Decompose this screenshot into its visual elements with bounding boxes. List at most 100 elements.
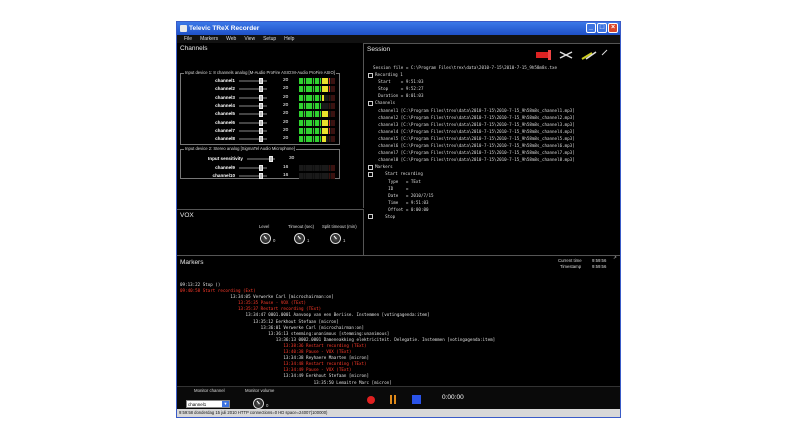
monitor-volume-knob[interactable] [253,398,264,409]
vox-timeout-knob[interactable] [294,233,305,244]
app-window: Televic TReX Recorder _ □ × File Markers… [176,21,621,418]
session-tree[interactable]: Session file = C:\Program Files\trex\dat… [368,64,575,220]
tree-node[interactable]: channel6 [C:\Program Files\trex\data\201… [368,142,575,149]
expand-icon[interactable] [601,49,608,56]
gain-slider[interactable] [239,165,267,171]
monitor-channel-value: channel1 [188,402,207,407]
menu-help[interactable]: Help [284,35,294,43]
gain-slider[interactable] [239,94,267,101]
tree-node[interactable]: channel1 [C:\Program Files\trex\data\201… [368,107,575,114]
tree-node[interactable]: channel5 [C:\Program Files\trex\data\201… [368,135,575,142]
tree-node-label: channel8 [C:\Program Files\trex\data\201… [368,157,575,163]
menu-view[interactable]: View [244,35,255,43]
channel-name: channel1 [215,78,235,83]
channel-name: channel10 [212,173,235,178]
expander-icon[interactable] [368,100,373,106]
tree-node[interactable]: channel3 [C:\Program Files\trex\data\201… [368,121,575,128]
pen-tools-icon[interactable] [581,51,597,60]
gain-slider[interactable] [239,111,267,118]
slider-knob[interactable] [259,173,263,179]
tree-node-label: Session file = C:\Program Files\trex\dat… [368,65,558,70]
monitor-channel-label: Monitor channel [194,388,225,393]
tree-node[interactable]: Type = TExt [368,178,575,185]
slider-knob[interactable] [269,156,273,162]
gain-slider[interactable] [239,78,267,84]
slider-knob[interactable] [259,127,263,134]
vox-split-value: 1 [343,238,346,243]
tree-node-label: channel1 [C:\Program Files\trex\data\201… [368,107,575,113]
expander-icon[interactable] [368,214,373,220]
maximize-button[interactable]: □ [597,23,607,33]
tree-node[interactable]: Stop [368,213,575,220]
tree-node[interactable]: Stop = 9:52:27 [368,85,575,92]
gain-slider[interactable] [239,127,267,134]
menu-file[interactable]: File [184,35,192,43]
tree-node[interactable]: Start recording [368,170,575,177]
tree-node-label: channel7 [C:\Program Files\trex\data\201… [368,150,575,156]
tree-node[interactable]: Channels [368,99,575,106]
vox-level-knob[interactable] [260,233,271,244]
menu-setup[interactable]: Setup [263,35,276,43]
gain-slider[interactable] [239,86,267,93]
tree-node-label: Date = 2010/7/15 [368,192,434,198]
tree-node[interactable]: Recording 1 [368,71,575,78]
gain-value: 20 [283,127,289,133]
slider-knob[interactable] [259,111,263,118]
menu-markers[interactable]: Markers [200,35,218,43]
tree-node[interactable]: ID = [368,185,575,192]
tree-node[interactable]: channel8 [C:\Program Files\trex\data\201… [368,156,575,163]
expand-icon[interactable]: ↗ [613,255,617,261]
tree-node-label: Offset = 0:00:00 [368,206,429,212]
expander-icon[interactable] [368,72,373,78]
menu-bar: File Markers Web View Setup Help [177,35,620,43]
tree-node-label: channel3 [C:\Program Files\trex\data\201… [368,121,575,127]
tree-node[interactable]: Markers [368,163,575,170]
meter-segment [333,119,335,126]
tree-node[interactable]: Session file = C:\Program Files\trex\dat… [368,64,575,71]
tree-node[interactable]: channel7 [C:\Program Files\trex\data\201… [368,149,575,156]
vox-timeout-label: Timeout (sec) [288,224,315,229]
tree-node[interactable]: Offset = 0:00:00 [368,206,575,213]
gain-slider[interactable] [239,119,267,126]
slider-knob[interactable] [259,119,263,126]
scissors-icon[interactable] [559,51,573,59]
minimize-button[interactable]: _ [586,23,596,33]
input-sensitivity-slider[interactable] [247,156,275,162]
tree-node-label: Recording 1 [375,72,403,78]
tree-node[interactable]: Time = 9:51:03 [368,199,575,206]
expander-icon[interactable] [368,164,373,170]
record-button[interactable] [367,396,375,404]
gain-slider[interactable] [239,102,267,109]
gain-slider[interactable] [239,136,267,143]
close-button[interactable]: × [608,23,618,33]
meter-segment [333,136,335,143]
pause-button[interactable] [389,395,398,404]
tree-node-label: channel5 [C:\Program Files\trex\data\201… [368,135,575,141]
monitor-channel-select[interactable]: channel1 ▼ [186,400,230,408]
channel-row: channel9 16 [181,164,335,172]
tree-node-label: channel6 [C:\Program Files\trex\data\201… [368,143,575,149]
status-text: 9:59:58 donderdag 15 juli 2010 HTTP conn… [179,410,328,415]
tree-node[interactable]: Date = 2010/7/15 [368,192,575,199]
menu-web[interactable]: Web [226,35,236,43]
slider-knob[interactable] [259,102,263,109]
tree-node[interactable]: Duration = 0:01:03 [368,92,575,99]
gain-slider[interactable] [239,173,267,179]
slider-knob[interactable] [259,136,263,143]
chevron-down-icon[interactable]: ▼ [222,401,229,407]
export-icon[interactable] [536,50,551,60]
slider-knob[interactable] [259,78,263,84]
channel-row: channel8 20 [181,135,335,143]
slider-knob[interactable] [259,94,263,101]
tree-node[interactable]: Start = 9:51:03 [368,78,575,85]
tree-node[interactable]: channel2 [C:\Program Files\trex\data\201… [368,114,575,121]
markers-log[interactable]: 09:13:22 Stop () 09:40:58 Start recording… [180,282,495,398]
app-icon [180,25,187,32]
stop-button[interactable] [412,395,421,404]
slider-knob[interactable] [259,165,263,171]
expander-icon[interactable] [368,171,373,177]
tree-node[interactable]: channel4 [C:\Program Files\trex\data\201… [368,128,575,135]
vox-split-knob[interactable] [330,233,341,244]
vox-level-value: 0 [273,238,276,243]
slider-knob[interactable] [259,86,263,93]
